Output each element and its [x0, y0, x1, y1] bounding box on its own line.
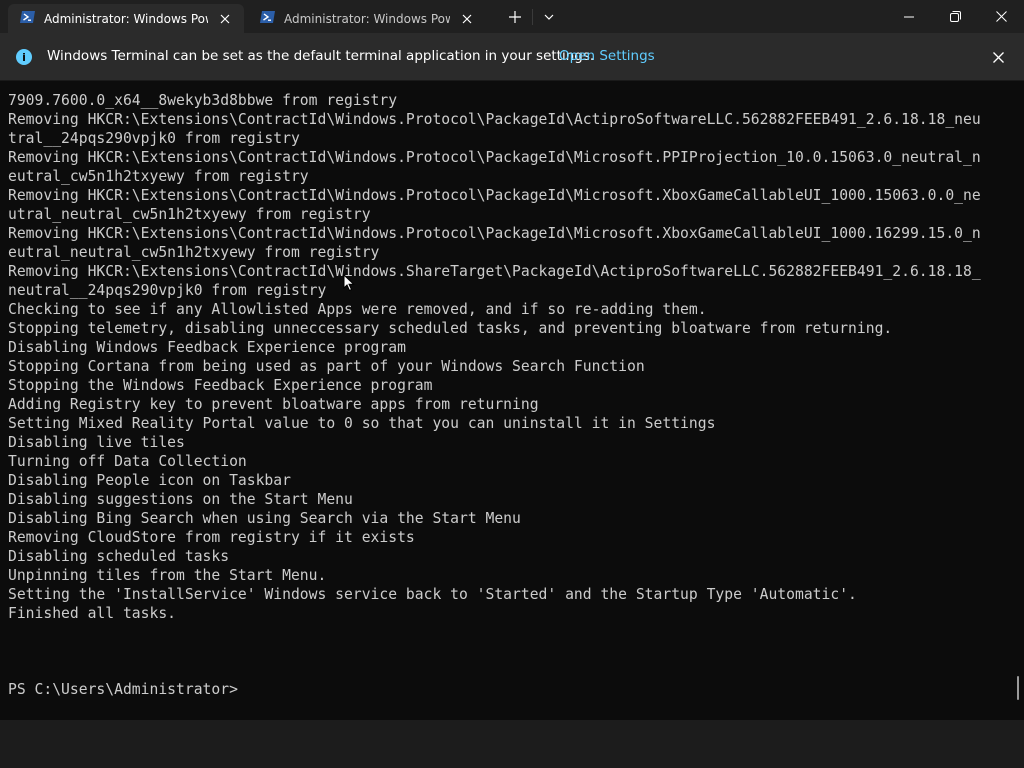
terminal-line: Finished all tasks.: [8, 605, 177, 622]
terminal-line: Stopping telemetry, disabling unneccessa…: [8, 320, 893, 337]
terminal-pane[interactable]: 7909.7600.0_x64__8wekyb3d8bbwe from regi…: [0, 81, 1024, 720]
terminal-line: 7909.7600.0_x64__8wekyb3d8bbwe from regi…: [8, 92, 398, 109]
terminal-line: neutral__24pqs290vpjk0 from registry: [8, 282, 327, 299]
tab-dropdown-button[interactable]: [536, 4, 562, 29]
tab-title: Administrator: Windows PowerShell: [44, 11, 208, 26]
terminal-line: Disabling live tiles: [8, 434, 185, 451]
tab-title: Administrator: Windows PowerShell: [284, 11, 450, 26]
terminal-line: PS C:\Users\Administrator>: [8, 681, 238, 698]
terminal-line: Removing HKCR:\Extensions\ContractId\Win…: [8, 187, 981, 204]
plus-icon: [509, 10, 521, 23]
terminal-line: Removing HKCR:\Extensions\ContractId\Win…: [8, 263, 981, 280]
scrollbar-thumb[interactable]: [1017, 676, 1019, 700]
open-settings-link[interactable]: Open Settings: [559, 48, 655, 64]
terminal-line: Setting Mixed Reality Portal value to 0 …: [8, 415, 716, 432]
minimize-icon: [904, 16, 914, 17]
tab-powershell-1[interactable]: Administrator: Windows PowerShell: [8, 4, 244, 33]
close-icon: [995, 11, 1007, 22]
new-tab-button[interactable]: [501, 4, 529, 29]
terminal-line: Setting the 'InstallService' Windows ser…: [8, 586, 857, 603]
terminal-line: Disabling Windows Feedback Experience pr…: [8, 339, 406, 356]
terminal-line: Checking to see if any Allowlisted Apps …: [8, 301, 707, 318]
tab-close-icon[interactable]: [214, 8, 236, 30]
terminal-line: eutral_cw5n1h2txyewy from registry: [8, 168, 309, 185]
terminal-output[interactable]: 7909.7600.0_x64__8wekyb3d8bbwe from regi…: [8, 91, 981, 699]
powershell-icon: [20, 9, 44, 28]
terminal-line: Stopping Cortana from being used as part…: [8, 358, 645, 375]
terminal-line: Turning off Data Collection: [8, 453, 247, 470]
maximize-icon: [949, 11, 961, 22]
terminal-line: Unpinning tiles from the Start Menu.: [8, 567, 327, 584]
close-window-button[interactable]: [978, 0, 1024, 33]
terminal-line: Disabling People icon on Taskbar: [8, 472, 291, 489]
terminal-line: Stopping the Windows Feedback Experience…: [8, 377, 433, 394]
terminal-bottom-area: [0, 720, 1024, 768]
terminal-line: Disabling scheduled tasks: [8, 548, 230, 565]
terminal-line: Disabling Bing Search when using Search …: [8, 510, 521, 527]
terminal-line: tral__24pqs290vpjk0 from registry: [8, 130, 300, 147]
infobar-close-button[interactable]: [986, 45, 1010, 69]
terminal-line: Removing HKCR:\Extensions\ContractId\Win…: [8, 111, 981, 128]
mouse-pointer-icon: [343, 274, 355, 292]
terminal-line: utral_neutral_cw5n1h2txyewy from registr…: [8, 206, 371, 223]
terminal-line: Removing HKCR:\Extensions\ContractId\Win…: [8, 149, 981, 166]
tab-powershell-2[interactable]: Administrator: Windows PowerShell: [248, 4, 486, 33]
powershell-icon: [260, 9, 284, 28]
terminal-line: Adding Registry key to prevent bloatware…: [8, 396, 539, 413]
tab-separator: [532, 9, 533, 25]
minimize-button[interactable]: [886, 0, 932, 33]
chevron-down-icon: [544, 14, 554, 20]
default-terminal-infobar: i Windows Terminal can be set as the def…: [0, 33, 1024, 81]
terminal-line: Removing CloudStore from registry if it …: [8, 529, 415, 546]
info-icon: i: [16, 49, 32, 65]
terminal-line: Disabling suggestions on the Start Menu: [8, 491, 353, 508]
tab-close-icon[interactable]: [456, 8, 478, 30]
title-bar: Administrator: Windows PowerShell Admini…: [0, 0, 1024, 33]
maximize-button[interactable]: [932, 0, 978, 33]
terminal-line: Removing HKCR:\Extensions\ContractId\Win…: [8, 225, 981, 242]
terminal-line: eutral_neutral_cw5n1h2txyewy from regist…: [8, 244, 380, 261]
close-icon: [992, 51, 1004, 63]
infobar-message: Windows Terminal can be set as the defau…: [47, 48, 595, 64]
